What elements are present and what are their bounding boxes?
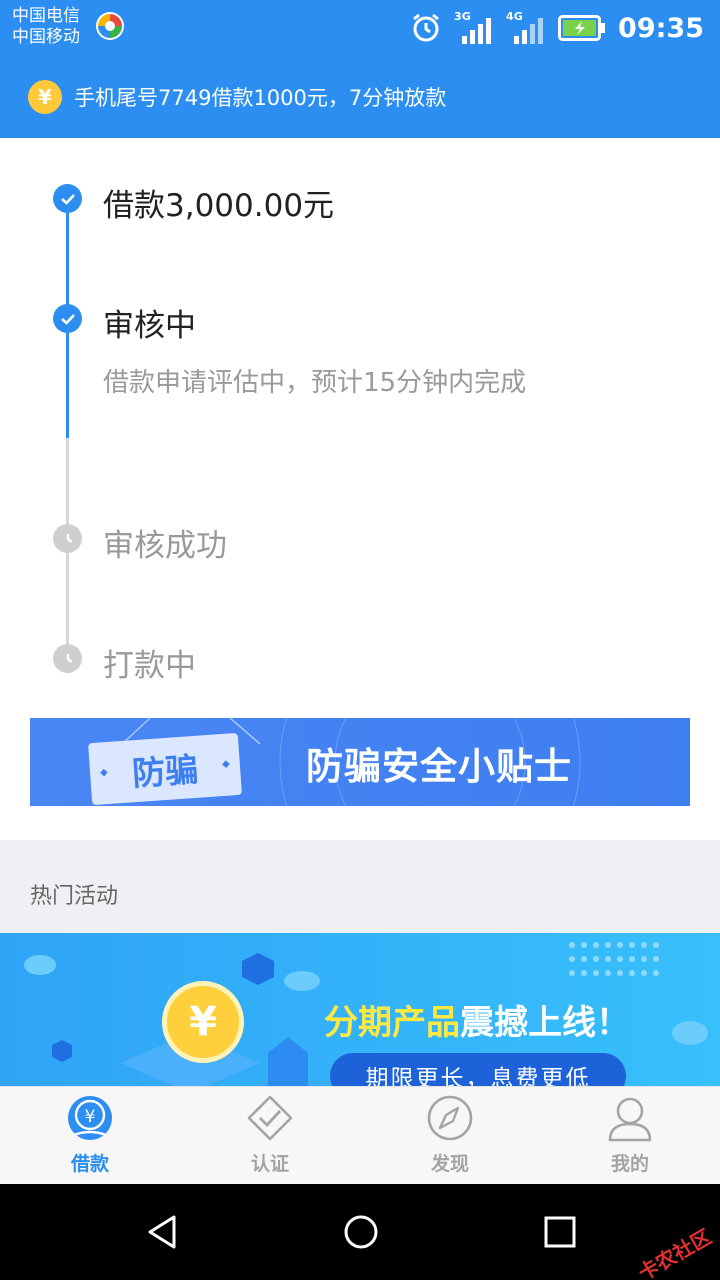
fraud-banner-title: 防骗安全小贴士 [306, 745, 572, 788]
tab-label: 借款 [70, 1153, 109, 1175]
carrier-2: 中国移动 [12, 27, 80, 47]
section-title: 热门活动 [30, 884, 119, 909]
alarm-icon [413, 13, 439, 42]
status-bar: 中国电信 中国移动 3G 4G 09:35 [0, 0, 720, 56]
status-icons: 3G 4G 09:35 [410, 8, 704, 48]
battery-charging-icon [558, 15, 606, 41]
svg-text:¥: ¥ [85, 1107, 96, 1127]
notice-text: 手机尾号7749借款1000元，7分钟放款 [74, 86, 447, 110]
tab-verify[interactable]: 认证 [180, 1087, 360, 1184]
step-2-title: 审核中 [103, 308, 196, 344]
clock-icon [53, 524, 82, 553]
carrier-1: 中国电信 [12, 6, 80, 26]
hot-activities-header: 热门活动 [0, 840, 720, 933]
step-2-desc: 借款申请评估中，预计15分钟内完成 [103, 368, 527, 398]
bottom-tab-bar: ¥ 借款 认证 发现 我的 [0, 1086, 720, 1184]
installment-promo-banner[interactable]: ¥ 分期产品震撼上线！ 期限更长，息费更低 [0, 933, 720, 1086]
promo-title-rest: 震撼上线！ [460, 1003, 630, 1043]
notice-bar: ¥ 手机尾号7749借款1000元，7分钟放款 [0, 56, 720, 138]
tab-discover[interactable]: 发现 [360, 1087, 540, 1184]
app-logo-icon [96, 12, 124, 40]
promo-subtitle: 期限更长，息费更低 [330, 1053, 626, 1086]
home-icon[interactable] [341, 1212, 381, 1252]
yen-icon: ¥ [28, 80, 62, 114]
clock-icon [53, 644, 82, 673]
back-icon[interactable] [142, 1212, 182, 1252]
loan-progress: 借款3,000.00元 审核中 借款申请评估中，预计15分钟内完成 审核成功 打… [0, 138, 720, 840]
step-1-title: 借款3,000.00元 [103, 188, 335, 224]
step-4-title: 打款中 [103, 648, 196, 684]
clock: 09:35 [618, 12, 704, 44]
check-icon [53, 184, 82, 213]
tab-label: 发现 [430, 1153, 469, 1175]
signal-4g-icon: 4G [506, 10, 546, 46]
tab-label: 我的 [610, 1153, 649, 1175]
promo-title: 分期产品震撼上线！ [324, 995, 630, 1044]
promo-title-highlight: 分期产品 [324, 1003, 460, 1043]
tab-mine[interactable]: 我的 [540, 1087, 720, 1184]
carrier-info: 中国电信 中国移动 [12, 6, 80, 48]
user-icon [608, 1097, 652, 1142]
verify-icon [247, 1095, 293, 1141]
watermark: 卡农社区 [634, 1224, 716, 1286]
recents-icon[interactable] [540, 1212, 580, 1252]
fraud-tips-banner[interactable]: 防骗 防骗安全小贴士 [30, 718, 690, 806]
yen-coin-icon: ¥ [162, 981, 244, 1063]
loan-yen-icon: ¥ [68, 1096, 112, 1140]
check-icon [53, 304, 82, 333]
compass-icon [427, 1095, 473, 1141]
step-3-title: 审核成功 [103, 528, 227, 564]
fraud-tag: 防骗 [88, 732, 242, 806]
signal-3g-icon: 3G [454, 10, 494, 46]
tab-label: 认证 [250, 1153, 289, 1175]
tab-loan[interactable]: ¥ 借款 [0, 1087, 180, 1184]
system-nav-bar: 卡农社区 [0, 1184, 720, 1285]
